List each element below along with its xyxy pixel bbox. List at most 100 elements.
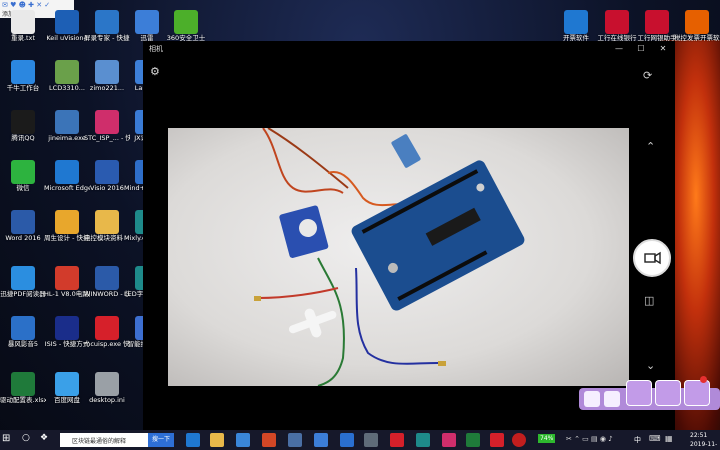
desktop-icon-label: desktop.ini: [89, 396, 125, 404]
servo-horn: [288, 308, 337, 338]
lcd-icon: [55, 60, 79, 84]
store-taskbar-icon[interactable]: [236, 433, 250, 447]
desktop-icon-qq[interactable]: 腾讯QQ: [0, 108, 46, 158]
screen-icon: [95, 10, 119, 34]
desktop-icon-pdf[interactable]: 迅捷PDF阅读器: [0, 264, 46, 314]
wechat-icon: [11, 160, 35, 184]
taskbar: ⊞ ○ ❖ 区块链最通俗的解释 搜一下 74% ✂ ⌃ ▭ ▤ ◉ ♪ 中 ⌨ …: [0, 430, 720, 450]
desktop-icon-label: 迅捷PDF阅读器: [0, 290, 46, 298]
ime-floating-toolbar[interactable]: [579, 376, 720, 412]
icbc-icon: [605, 10, 629, 34]
minimize-button[interactable]: —: [608, 41, 630, 57]
desktop: 添加到看看 ✉ ♥ ☻ ✚ ✕ ✓ 重录.txtKeil uVision4屏录专…: [0, 0, 720, 450]
flash-icon: [11, 316, 35, 340]
desktop-icon-flash[interactable]: 暴风影音5: [0, 314, 46, 364]
clock-date: 2019-11-: [690, 441, 718, 448]
mail-taskbar-icon[interactable]: [288, 433, 302, 447]
notification-icon[interactable]: ▦: [665, 434, 673, 443]
battery-indicator[interactable]: 74%: [538, 434, 556, 443]
visio-icon: [95, 160, 119, 184]
cloud-icon: [55, 372, 79, 396]
desktop-icon-firefox[interactable]: 税控发票开票软件(金税...: [674, 8, 720, 58]
terminal-taskbar-icon[interactable]: [466, 433, 480, 447]
search-text: 区块链最通俗的解释: [72, 438, 127, 445]
servo-motor: [279, 205, 329, 258]
word-icon: [11, 210, 35, 234]
close-button[interactable]: ✕: [652, 41, 674, 57]
tray-icons[interactable]: ✂ ⌃ ▭ ▤ ◉ ♪: [566, 435, 613, 443]
record-tray-icon[interactable]: [512, 433, 526, 447]
desktop-icon-ini[interactable]: desktop.ini: [84, 370, 130, 420]
camera-window[interactable]: 相机 — ☐ ✕ ⚙ ⟳ ⌃ ◫ ⌄: [143, 41, 675, 430]
desktop-icon-label: 腾讯QQ: [11, 134, 35, 142]
mcuisp-icon: [95, 316, 119, 340]
desktop-icon-wechat[interactable]: 微信: [0, 158, 46, 208]
explorer-taskbar-icon[interactable]: [210, 433, 224, 447]
chevron-down-icon[interactable]: ⌄: [646, 359, 655, 372]
pdf-icon: [11, 266, 35, 290]
flash-taskbar-icon[interactable]: [490, 433, 504, 447]
360-icon: [174, 10, 198, 34]
wenda-icon: [11, 60, 35, 84]
chevron-up-icon[interactable]: ⌃: [646, 140, 655, 153]
winword-icon: [95, 266, 119, 290]
edge-icon: [55, 160, 79, 184]
window-title: 相机: [149, 45, 163, 53]
settings-icon[interactable]: ⚙: [150, 65, 160, 78]
notification-dot: [700, 376, 707, 383]
app-taskbar-icon[interactable]: [340, 433, 354, 447]
xunlei-icon: [135, 10, 159, 34]
edge-taskbar-icon[interactable]: [186, 433, 200, 447]
zimo-icon: [95, 60, 119, 84]
ime-tool-4-icon[interactable]: [655, 380, 681, 406]
xunlei-taskbar-icon[interactable]: [314, 433, 328, 447]
stc-taskbar-icon[interactable]: [442, 433, 456, 447]
arduino-board: [351, 160, 525, 311]
config-icon: [11, 372, 35, 396]
recycle-icon: [11, 10, 35, 34]
firefox-icon: [685, 10, 709, 34]
maximize-button[interactable]: ☐: [630, 41, 652, 57]
search-input[interactable]: 区块链最通俗的解释: [60, 433, 148, 447]
desktop-icon-label: Word 2016: [5, 234, 41, 242]
design-icon: [55, 210, 79, 234]
ini-icon: [95, 372, 119, 396]
video-icon: [644, 251, 661, 265]
ime-tool-2-icon[interactable]: [604, 391, 620, 407]
search-button[interactable]: 搜一下: [148, 433, 174, 447]
keil-icon: [55, 10, 79, 34]
scene-photo: [254, 128, 525, 386]
desktop-icon-word[interactable]: Word 2016: [0, 208, 46, 258]
qq-icon: [11, 110, 35, 134]
stc-icon: [95, 110, 119, 134]
camera-taskbar-icon[interactable]: [364, 433, 378, 447]
ime-tool-5-icon[interactable]: [684, 380, 710, 406]
office-taskbar-icon[interactable]: [262, 433, 276, 447]
isis-icon: [55, 316, 79, 340]
desktop-icon-recycle[interactable]: 重录.txt: [0, 8, 46, 58]
titlebar: 相机 — ☐ ✕: [143, 41, 675, 57]
video-capture-button[interactable]: [633, 239, 671, 277]
icbc2-icon: [645, 10, 669, 34]
desktop-icon-label: 税控发票开票软件(金税...: [674, 34, 720, 42]
taskview-icon[interactable]: ❖: [40, 433, 54, 447]
ime-indicator[interactable]: 中: [634, 435, 641, 445]
desktop-icon-wenda[interactable]: 千牛工作台: [0, 58, 46, 108]
start-button[interactable]: ⊞: [2, 433, 16, 447]
clock[interactable]: 22:51 2019-11-: [690, 431, 717, 449]
photo-mode-icon[interactable]: ◫: [644, 294, 654, 307]
desktop-icon-config[interactable]: 驱动配置表.xlsx: [0, 370, 46, 420]
desktop-icon-label: 暴风影音5: [7, 340, 39, 348]
camera-switch-icon[interactable]: ⟳: [643, 69, 652, 82]
jineima-icon: [55, 110, 79, 134]
arduino-taskbar-icon[interactable]: [416, 433, 430, 447]
ime-tool-3-icon[interactable]: [626, 380, 652, 406]
desktop-icon-label: 千牛工作台: [6, 84, 40, 92]
ime-tool-1-icon[interactable]: [584, 391, 600, 407]
mcuisp-taskbar-icon[interactable]: [390, 433, 404, 447]
hl-icon: [55, 266, 79, 290]
desktop-icon-label: 驱动配置表.xlsx: [0, 396, 46, 404]
desktop-icon-label: 重录.txt: [10, 34, 35, 42]
cortana-icon[interactable]: ○: [22, 433, 36, 447]
keyboard-icon[interactable]: ⌨: [649, 434, 661, 443]
